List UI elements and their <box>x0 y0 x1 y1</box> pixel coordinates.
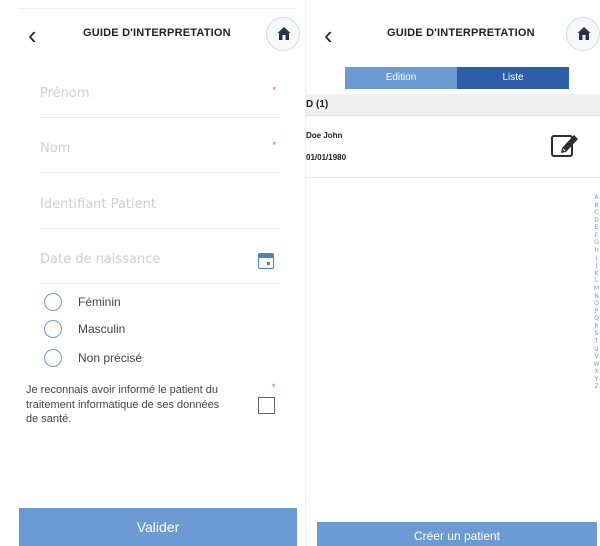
prenom-field[interactable]: Prénom * <box>40 64 280 118</box>
alphabet-letter[interactable]: N <box>593 293 600 301</box>
alphabet-letter[interactable]: V <box>593 353 600 361</box>
alphabet-letter[interactable]: T <box>593 338 600 346</box>
alphabet-letter[interactable]: X <box>593 368 600 376</box>
radio-circle[interactable] <box>44 320 62 338</box>
alphabet-letter[interactable]: A <box>593 194 600 202</box>
alphabet-letter[interactable]: Q <box>593 315 600 323</box>
patient-form-screen: ‹ GUIDE D'INTERPRETATION Prénom * Nom * … <box>0 0 306 546</box>
patient-list-screen: ‹ GUIDE D'INTERPRETATION Edition Liste D… <box>306 0 600 546</box>
alphabet-letter[interactable]: D <box>593 217 600 225</box>
alphabet-letter[interactable]: G <box>593 239 600 247</box>
alphabet-letter[interactable]: Z <box>593 383 600 391</box>
home-icon <box>277 27 291 40</box>
nom-field[interactable]: Nom * <box>40 119 280 173</box>
page-title: GUIDE D'INTERPRETATION <box>83 27 231 39</box>
chevron-left-icon[interactable]: ‹ <box>324 22 346 48</box>
radio-label: Non précisé <box>78 351 143 365</box>
home-button[interactable] <box>266 17 300 51</box>
radio-label: Féminin <box>78 295 121 309</box>
alphabet-letter[interactable]: R <box>593 323 600 331</box>
alphabet-letter[interactable]: M <box>593 285 600 293</box>
tab-liste[interactable]: Liste <box>457 67 569 89</box>
alphabet-letter[interactable]: H <box>593 247 600 255</box>
segmented-tabs: Edition Liste <box>345 67 569 89</box>
alphabet-letter[interactable]: F <box>593 232 600 240</box>
alphabet-letter[interactable]: P <box>593 308 600 316</box>
nom-placeholder: Nom <box>40 141 71 156</box>
page-title: GUIDE D'INTERPRETATION <box>387 27 535 39</box>
edit-icon[interactable] <box>550 131 580 159</box>
alphabet-letter[interactable]: E <box>593 224 600 232</box>
identifiant-field[interactable]: Identifiant Patient <box>40 175 280 229</box>
alphabet-index: ABCDEFGHIJKLMNOPQRSTUVWXYZ <box>593 194 600 391</box>
section-header: D (1) <box>306 94 600 116</box>
header: ‹ GUIDE D'INTERPRETATION <box>306 0 600 68</box>
radio-label: Masculin <box>78 322 126 336</box>
consent-text: Je reconnais avoir informé le patient du… <box>26 384 220 425</box>
alphabet-letter[interactable]: O <box>593 300 600 308</box>
consent-checkbox[interactable] <box>258 397 275 414</box>
alphabet-letter[interactable]: I <box>593 255 600 263</box>
creer-patient-button[interactable]: Créer un patient <box>317 522 597 546</box>
date-naissance-field[interactable]: Date de naissance <box>40 230 280 284</box>
patient-dob: 01/01/1980 <box>306 153 347 162</box>
calendar-icon[interactable] <box>258 253 274 269</box>
required-mark: * <box>272 140 276 150</box>
alphabet-letter[interactable]: B <box>593 202 600 210</box>
valider-button[interactable]: Valider <box>19 508 297 546</box>
header: ‹ GUIDE D'INTERPRETATION <box>0 0 306 68</box>
prenom-placeholder: Prénom <box>40 86 90 101</box>
date-naissance-placeholder: Date de naissance <box>40 252 161 267</box>
required-mark: * <box>272 85 276 95</box>
identifiant-placeholder: Identifiant Patient <box>40 197 156 212</box>
required-mark: * <box>272 382 276 392</box>
home-button[interactable] <box>566 17 600 51</box>
chevron-left-icon[interactable]: ‹ <box>28 22 50 48</box>
alphabet-letter[interactable]: C <box>593 209 600 217</box>
alphabet-letter[interactable]: U <box>593 346 600 354</box>
alphabet-letter[interactable]: J <box>593 262 600 270</box>
patient-name: Doe John <box>306 131 343 140</box>
tab-edition[interactable]: Edition <box>345 67 457 89</box>
radio-circle[interactable] <box>44 349 62 367</box>
alphabet-letter[interactable]: K <box>593 270 600 278</box>
alphabet-letter[interactable]: W <box>593 361 600 369</box>
section-label: D (1) <box>306 99 329 110</box>
alphabet-letter[interactable]: Y <box>593 376 600 384</box>
alphabet-letter[interactable]: L <box>593 277 600 285</box>
home-icon <box>577 27 591 40</box>
list-item[interactable]: Doe John 01/01/1980 <box>306 117 600 178</box>
alphabet-letter[interactable]: S <box>593 330 600 338</box>
radio-circle[interactable] <box>44 293 62 311</box>
